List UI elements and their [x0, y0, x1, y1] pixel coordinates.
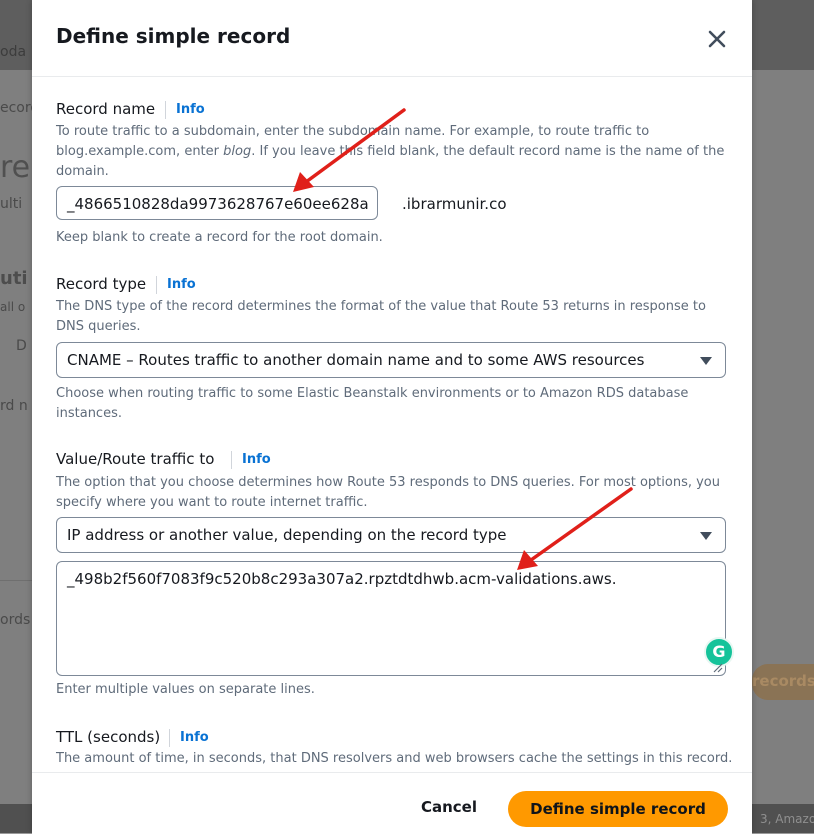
record-value-textarea[interactable]: _498b2f560f7083f9c520b8c293a307a2.rpztdt…	[56, 561, 734, 676]
caret-down-icon	[700, 532, 712, 540]
background-text: D	[16, 338, 27, 354]
value-route-description: The option that you choose determines ho…	[56, 475, 720, 510]
close-icon[interactable]	[704, 26, 730, 52]
record-name-info-link[interactable]: Info	[165, 101, 205, 119]
resize-handle-icon[interactable]	[711, 661, 723, 673]
ttl-label: TTL (seconds)	[56, 728, 161, 746]
background-text: ulti	[0, 196, 23, 212]
record-type-hint: Choose when routing traffic to some Elas…	[56, 386, 689, 421]
record-type-info-link[interactable]: Info	[156, 276, 196, 294]
ttl-info-link[interactable]: Info	[169, 729, 209, 747]
background-button-label: records	[752, 672, 814, 690]
caret-down-icon	[700, 357, 712, 365]
background-text: ords	[0, 612, 31, 628]
background-text: all o	[0, 300, 26, 314]
modal-footer: Cancel Define simple record	[32, 772, 752, 834]
modal-header: Define simple record	[32, 0, 752, 77]
record-name-description: To route traffic to a subdomain, enter t…	[56, 122, 726, 182]
value-route-info-link[interactable]: Info	[231, 451, 271, 469]
domain-suffix: .ibrarmunir.co	[402, 195, 507, 213]
record-type-select[interactable]: CNAME – Routes traffic to another domain…	[56, 342, 726, 378]
record-name-hint: Keep blank to create a record for the ro…	[56, 230, 383, 245]
ttl-description: The amount of time, in seconds, that DNS…	[56, 751, 733, 766]
define-simple-record-modal: Define simple record Record name Info To…	[32, 0, 752, 834]
route-traffic-select[interactable]: IP address or another value, depending o…	[56, 517, 726, 553]
define-simple-record-button[interactable]: Define simple record	[508, 791, 728, 827]
record-type-label: Record type	[56, 275, 147, 293]
route-traffic-selected-value: IP address or another value, depending o…	[67, 526, 507, 544]
record-name-input[interactable]: _4866510828da9973628767e60ee628a	[56, 186, 378, 220]
background-button: records	[752, 664, 814, 700]
background-text: rd n	[0, 398, 28, 414]
background-footer-text: 3, Amazo	[760, 812, 814, 826]
record-value-text: _498b2f560f7083f9c520b8c293a307a2.rpztdt…	[67, 570, 617, 588]
record-type-selected-value: CNAME – Routes traffic to another domain…	[67, 351, 645, 369]
background-text: uti	[0, 268, 28, 289]
record-name-label: Record name	[56, 100, 156, 118]
record-type-description: The DNS type of the record determines th…	[56, 299, 706, 334]
value-route-hint: Enter multiple values on separate lines.	[56, 682, 315, 697]
grammarly-letter: G	[712, 642, 726, 661]
cancel-button[interactable]: Cancel	[404, 790, 494, 826]
modal-title: Define simple record	[56, 24, 291, 48]
value-route-label: Value/Route traffic to	[56, 450, 215, 468]
background-text: re	[0, 150, 31, 185]
background-text: oda	[0, 44, 27, 60]
record-name-description-em: blog	[223, 144, 252, 159]
